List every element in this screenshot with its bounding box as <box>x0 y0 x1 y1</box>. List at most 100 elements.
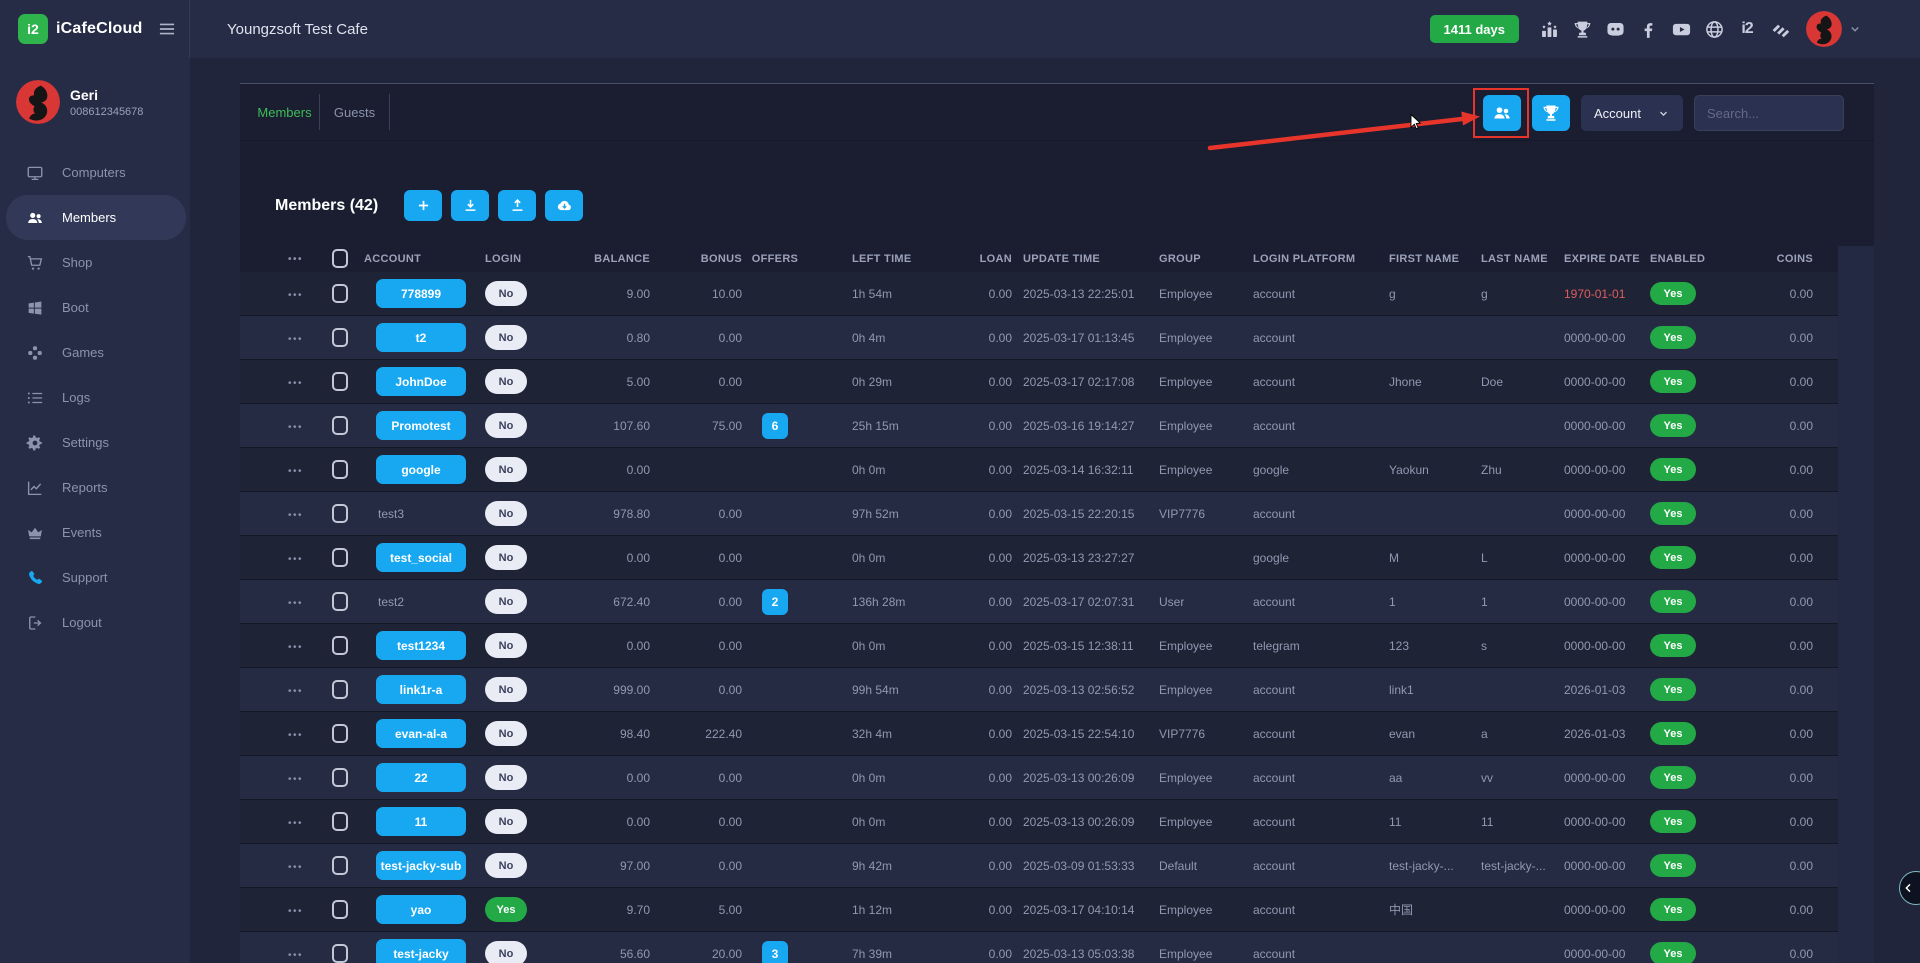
sidebar-item-boot[interactable]: Boot <box>0 285 190 330</box>
row-menu-icon[interactable]: ••• <box>288 642 303 653</box>
cloud-download-button[interactable] <box>545 190 583 221</box>
account-pill[interactable]: link1r-a <box>376 675 466 704</box>
sidebar-item-label: Computers <box>62 165 126 180</box>
row-menu-icon[interactable]: ••• <box>288 290 303 301</box>
row-menu-icon[interactable]: ••• <box>288 378 303 389</box>
import-button[interactable] <box>451 190 489 221</box>
layers-icon[interactable] <box>1768 17 1792 41</box>
account-pill[interactable]: 11 <box>376 807 466 836</box>
account-pill[interactable]: 778899 <box>376 279 466 308</box>
expire-date-cell: 2026-01-03 <box>1553 727 1642 741</box>
offers-badge[interactable]: 2 <box>762 589 788 615</box>
offers-badge[interactable]: 3 <box>762 941 788 963</box>
user-avatar[interactable] <box>1806 11 1842 47</box>
sidebar-item-events[interactable]: Events <box>0 510 190 555</box>
row-menu-icon[interactable]: ••• <box>288 510 303 521</box>
offers-badge[interactable]: 6 <box>762 413 788 439</box>
update-time-cell: 2025-03-15 22:54:10 <box>1012 727 1148 741</box>
left-time-cell: 32h 4m <box>808 727 955 741</box>
hamburger-menu-icon[interactable] <box>157 19 177 39</box>
sidebar-item-computers[interactable]: Computers <box>0 150 190 195</box>
row-checkbox-cell <box>328 592 364 611</box>
account-pill[interactable]: test1234 <box>376 631 466 660</box>
group-cell: VIP7776 <box>1148 507 1242 521</box>
row-menu-icon[interactable]: ••• <box>288 950 303 961</box>
row-checkbox[interactable] <box>332 460 348 479</box>
tab-members[interactable]: Members <box>250 94 320 130</box>
sidebar-item-support[interactable]: Support <box>0 555 190 600</box>
balance-cell: 97.00 <box>550 859 650 873</box>
account-pill[interactable]: google <box>376 455 466 484</box>
row-checkbox[interactable] <box>332 636 348 655</box>
icafecloud-icon[interactable]: i2 <box>1735 17 1759 41</box>
row-checkbox[interactable] <box>332 328 348 347</box>
table-scrollbar-track[interactable] <box>1838 246 1874 963</box>
chevron-down-icon[interactable] <box>1848 22 1862 36</box>
sidebar-item-games[interactable]: Games <box>0 330 190 375</box>
globe-icon[interactable] <box>1702 17 1726 41</box>
search-input[interactable] <box>1694 95 1844 131</box>
update-time-cell: 2025-03-13 00:26:09 <box>1012 815 1148 829</box>
row-checkbox[interactable] <box>332 944 348 963</box>
sidebar-item-members[interactable]: Members <box>6 195 186 240</box>
row-checkbox[interactable] <box>332 284 348 303</box>
members-filter-button[interactable] <box>1483 95 1521 131</box>
facebook-icon[interactable] <box>1636 17 1660 41</box>
row-menu-icon[interactable]: ••• <box>288 906 303 917</box>
account-pill[interactable]: JohnDoe <box>376 367 466 396</box>
account-pill[interactable]: Promotest <box>376 411 466 440</box>
discord-icon[interactable] <box>1603 17 1627 41</box>
row-checkbox[interactable] <box>332 416 348 435</box>
row-checkbox[interactable] <box>332 856 348 875</box>
sidebar-item-reports[interactable]: Reports <box>0 465 190 510</box>
sidebar-item-label: Support <box>62 570 108 585</box>
ranking-icon[interactable] <box>1537 17 1561 41</box>
row-menu-icon[interactable]: ••• <box>288 862 303 873</box>
row-checkbox[interactable] <box>332 504 348 523</box>
sidebar-avatar[interactable] <box>16 80 60 124</box>
row-menu-icon[interactable]: ••• <box>288 730 303 741</box>
account-pill[interactable]: t2 <box>376 323 466 352</box>
row-menu-icon[interactable]: ••• <box>288 818 303 829</box>
row-menu-icon[interactable]: ••• <box>288 466 303 477</box>
enabled-badge: Yes <box>1650 370 1696 393</box>
row-menu-icon[interactable]: ••• <box>288 774 303 785</box>
row-menu-icon[interactable]: ••• <box>288 334 303 345</box>
sidebar-item-logs[interactable]: Logs <box>0 375 190 420</box>
row-checkbox[interactable] <box>332 768 348 787</box>
row-menu-icon[interactable]: ••• <box>288 554 303 565</box>
expire-date-cell: 0000-00-00 <box>1553 815 1642 829</box>
row-menu-icon[interactable]: ••• <box>288 686 303 697</box>
select-all-checkbox[interactable] <box>332 249 348 268</box>
row-checkbox[interactable] <box>332 592 348 611</box>
balance-cell: 5.00 <box>550 375 650 389</box>
rewards-button[interactable] <box>1532 95 1570 131</box>
tab-guests[interactable]: Guests <box>320 94 390 130</box>
search-field-select[interactable]: Account <box>1581 95 1683 131</box>
balance-cell: 9.00 <box>550 287 650 301</box>
row-checkbox[interactable] <box>332 372 348 391</box>
row-menu-icon[interactable]: ••• <box>288 422 303 433</box>
row-checkbox[interactable] <box>332 680 348 699</box>
export-button[interactable] <box>498 190 536 221</box>
balance-cell: 9.70 <box>550 903 650 917</box>
add-member-button[interactable] <box>404 190 442 221</box>
account-pill[interactable]: 22 <box>376 763 466 792</box>
row-checkbox[interactable] <box>332 812 348 831</box>
row-checkbox[interactable] <box>332 548 348 567</box>
account-pill[interactable]: test_social <box>376 543 466 572</box>
sidebar-item-shop[interactable]: Shop <box>0 240 190 285</box>
sidebar-item-logout[interactable]: Logout <box>0 600 190 645</box>
trophy-icon[interactable] <box>1570 17 1594 41</box>
menu-dots-icon[interactable]: ••• <box>288 254 303 265</box>
coins-cell: 0.00 <box>1720 771 1838 785</box>
sidebar-item-settings[interactable]: Settings <box>0 420 190 465</box>
row-checkbox[interactable] <box>332 724 348 743</box>
row-menu-icon[interactable]: ••• <box>288 598 303 609</box>
youtube-icon[interactable] <box>1669 17 1693 41</box>
account-pill[interactable]: evan-al-a <box>376 719 466 748</box>
account-pill[interactable]: yao <box>376 895 466 924</box>
account-pill[interactable]: test-jacky <box>376 939 466 963</box>
account-pill[interactable]: test-jacky-sub <box>376 851 466 880</box>
row-checkbox[interactable] <box>332 900 348 919</box>
